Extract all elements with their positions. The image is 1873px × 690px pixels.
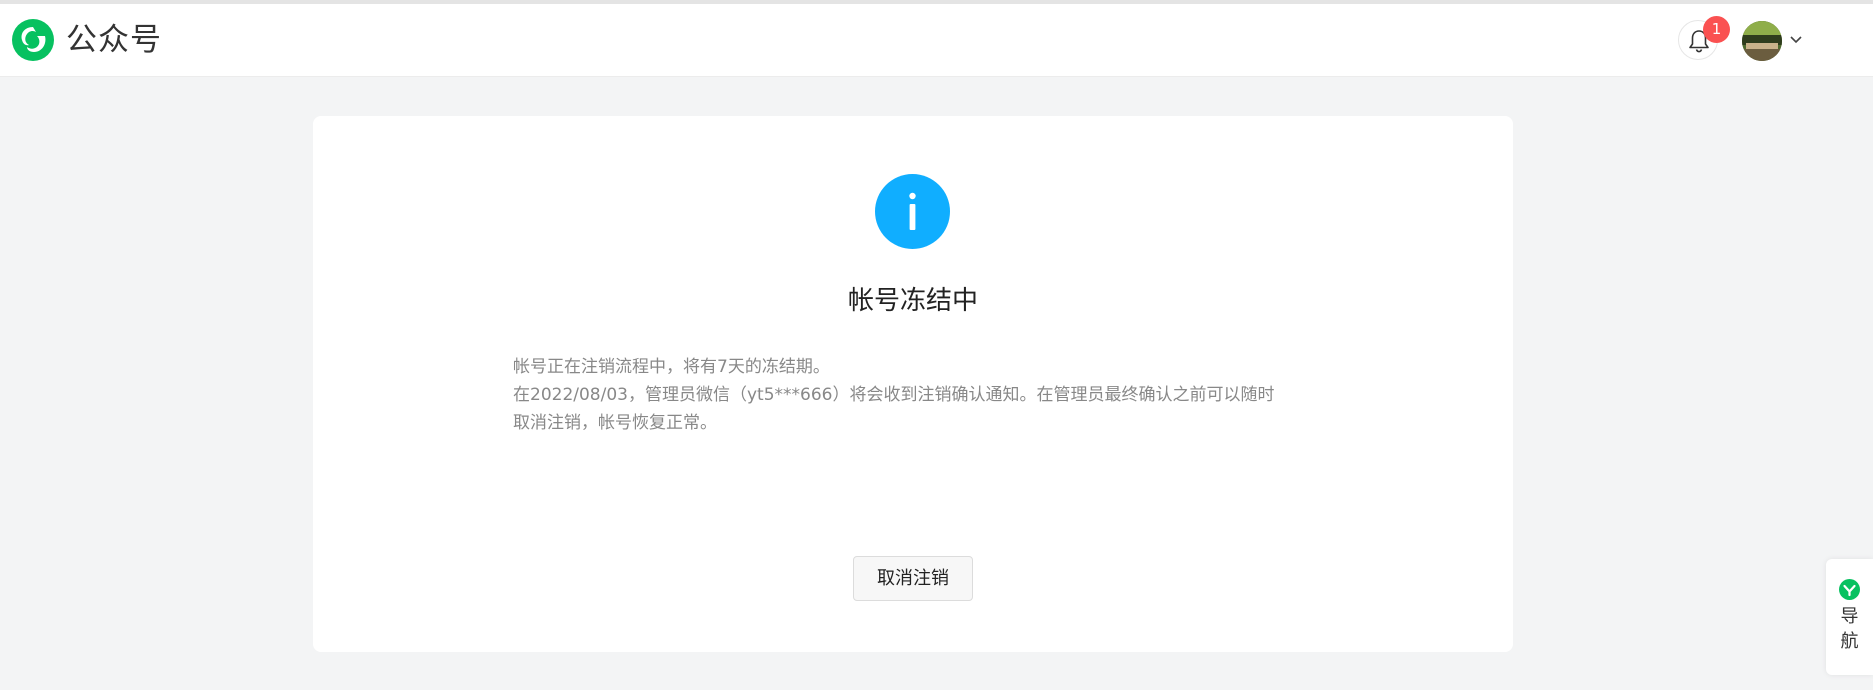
- avatar-image: [1742, 21, 1782, 61]
- side-nav-tab[interactable]: 导 航: [1826, 559, 1873, 675]
- side-nav-label: 导 航: [1826, 604, 1873, 654]
- wechat-nav-icon: [1839, 579, 1860, 600]
- side-nav-label-char: 航: [1840, 631, 1859, 652]
- brand-title: 公众号: [66, 22, 162, 58]
- official-accounts-logo-icon[interactable]: [12, 19, 54, 61]
- notification-badge: 1: [1703, 16, 1730, 43]
- notice-line: 帐号正在注销流程中，将有7天的冻结期。: [513, 357, 830, 377]
- notice-line: 在2022/08/03，管理员微信（yt5***666）将会收到注销确认通知。在…: [513, 385, 1275, 405]
- side-nav-label-char: 导: [1840, 606, 1859, 627]
- notice-line: 取消注销，帐号恢复正常。: [513, 413, 717, 433]
- info-icon: [875, 174, 950, 249]
- notice-title: 帐号冻结中: [847, 286, 978, 316]
- top-header: 公众号 1: [0, 4, 1873, 77]
- cancel-deregistration-button[interactable]: 取消注销: [853, 556, 973, 601]
- notice-description: 帐号正在注销流程中，将有7天的冻结期。 在2022/08/03，管理员微信（yt…: [513, 353, 1313, 437]
- avatar[interactable]: [1742, 21, 1782, 61]
- chevron-down-icon[interactable]: [1789, 35, 1803, 45]
